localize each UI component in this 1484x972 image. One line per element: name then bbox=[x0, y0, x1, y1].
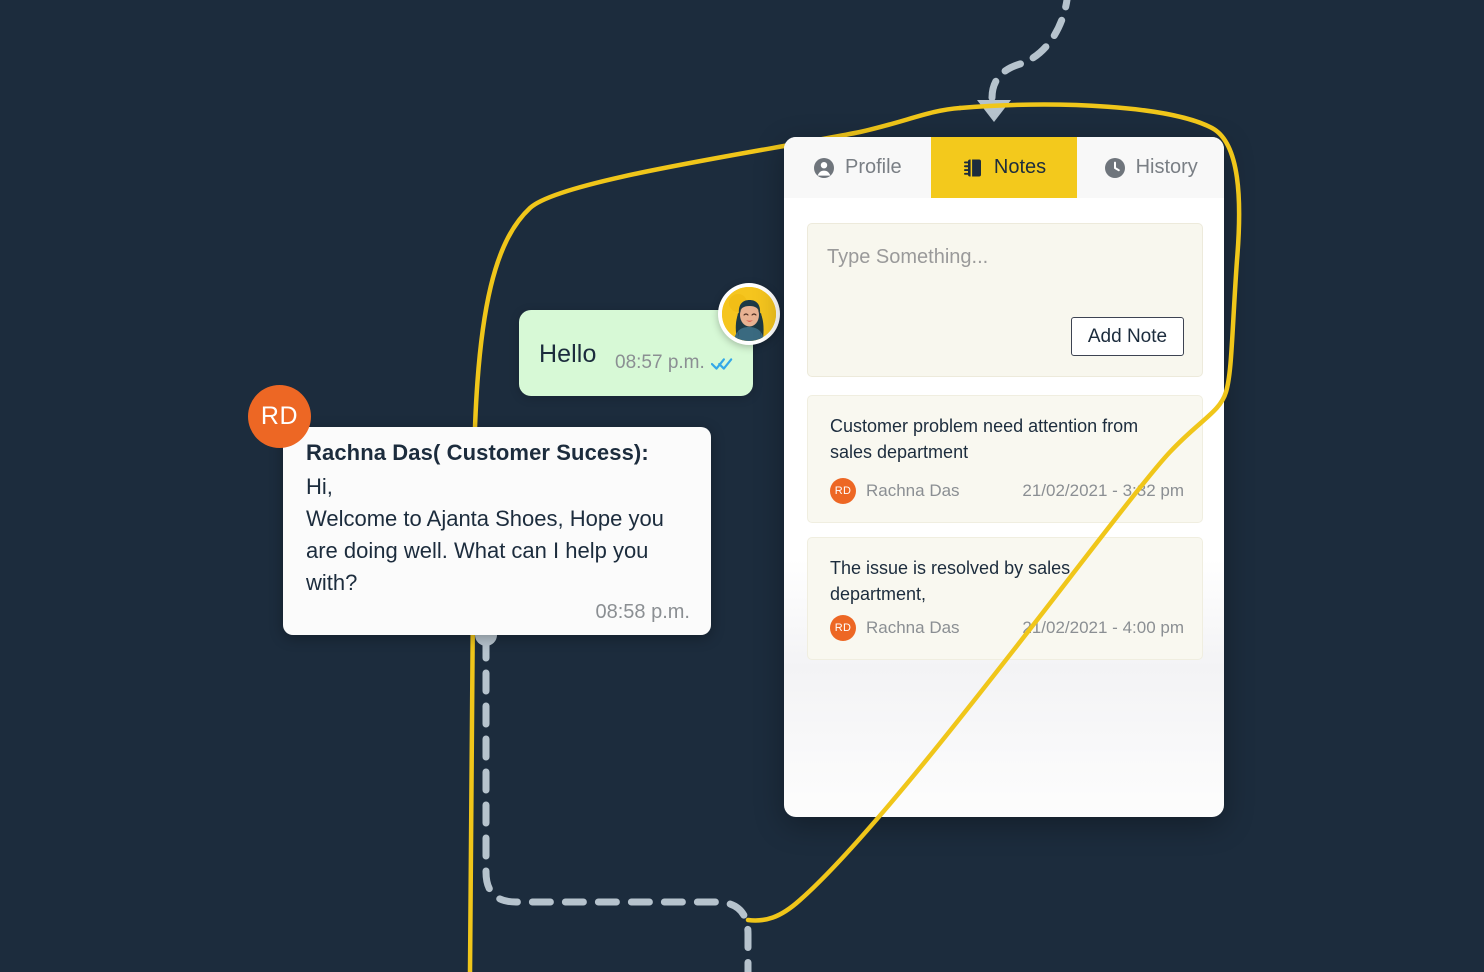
contact-details-panel: Profile Notes History Type Something... … bbox=[784, 137, 1224, 817]
notebook-icon bbox=[962, 157, 984, 179]
dashed-arrow-head bbox=[977, 100, 1011, 122]
avatar-photo bbox=[722, 287, 776, 341]
screenshot-canvas: Hello 08:57 p.m. RD Rachna Das(Customer… bbox=[0, 0, 1484, 972]
dashed-path-bottom bbox=[482, 636, 752, 972]
tab-profile-label: Profile bbox=[844, 156, 902, 178]
incoming-message-text: Hello bbox=[539, 340, 597, 368]
tab-history-label: History bbox=[1135, 156, 1198, 178]
user-circle-icon bbox=[813, 157, 835, 179]
note-card: The issue is resolved by sales departmen… bbox=[807, 537, 1203, 660]
tab-profile[interactable]: Profile bbox=[784, 137, 931, 198]
note-author-name: Rachna Das bbox=[866, 481, 960, 500]
note-footer: RD Rachna Das 21/02/2021 - 4:00 pm bbox=[830, 615, 1184, 641]
note-text: Customer problem need attention from sal… bbox=[830, 416, 1139, 462]
note-timestamp: 21/02/2021 - 3:32 pm bbox=[1022, 481, 1184, 500]
tab-history[interactable]: History bbox=[1077, 137, 1224, 198]
note-input-placeholder[interactable]: Type Something... bbox=[827, 246, 988, 269]
note-author-avatar: RD bbox=[830, 615, 856, 641]
connector-lines-background bbox=[467, 0, 1071, 972]
agent-message-bubble: Rachna Das( Customer Sucess): Hi, Welcom… bbox=[283, 427, 711, 635]
agent-message-body: Hi, Welcome to Ajanta Shoes, Hope you ar… bbox=[306, 474, 664, 595]
connector-lines-foreground bbox=[745, 102, 1242, 923]
panel-tabbar: Profile Notes History bbox=[784, 137, 1224, 198]
note-footer: RD Rachna Das 21/02/2021 - 3:32 pm bbox=[830, 478, 1184, 504]
incoming-message-time: 08:57 p.m. bbox=[615, 352, 705, 373]
dashed-arrow-top bbox=[988, 0, 1071, 108]
incoming-message-bubble: Hello 08:57 p.m. bbox=[519, 310, 753, 396]
double-check-icon bbox=[711, 358, 733, 370]
note-author-name: Rachna Das bbox=[866, 618, 960, 637]
note-card: Customer problem need attention from sal… bbox=[807, 395, 1203, 523]
note-timestamp: 21/02/2021 - 4:00 pm bbox=[1022, 618, 1184, 637]
tab-notes[interactable]: Notes bbox=[930, 137, 1078, 198]
note-text: The issue is resolved by sales departmen… bbox=[830, 558, 1071, 604]
add-note-button[interactable]: Add Note bbox=[1071, 317, 1184, 356]
agent-message-time: 08:58 p.m. bbox=[595, 601, 690, 623]
agent-message-title: Rachna Das( Customer Sucess): bbox=[306, 440, 649, 465]
clock-icon bbox=[1104, 157, 1126, 179]
note-author-avatar: RD bbox=[830, 478, 856, 504]
tab-notes-label: Notes bbox=[993, 156, 1047, 178]
agent-avatar: RD bbox=[248, 385, 311, 448]
customer-avatar bbox=[718, 283, 780, 345]
note-composer[interactable]: Type Something... Add Note bbox=[807, 223, 1203, 377]
